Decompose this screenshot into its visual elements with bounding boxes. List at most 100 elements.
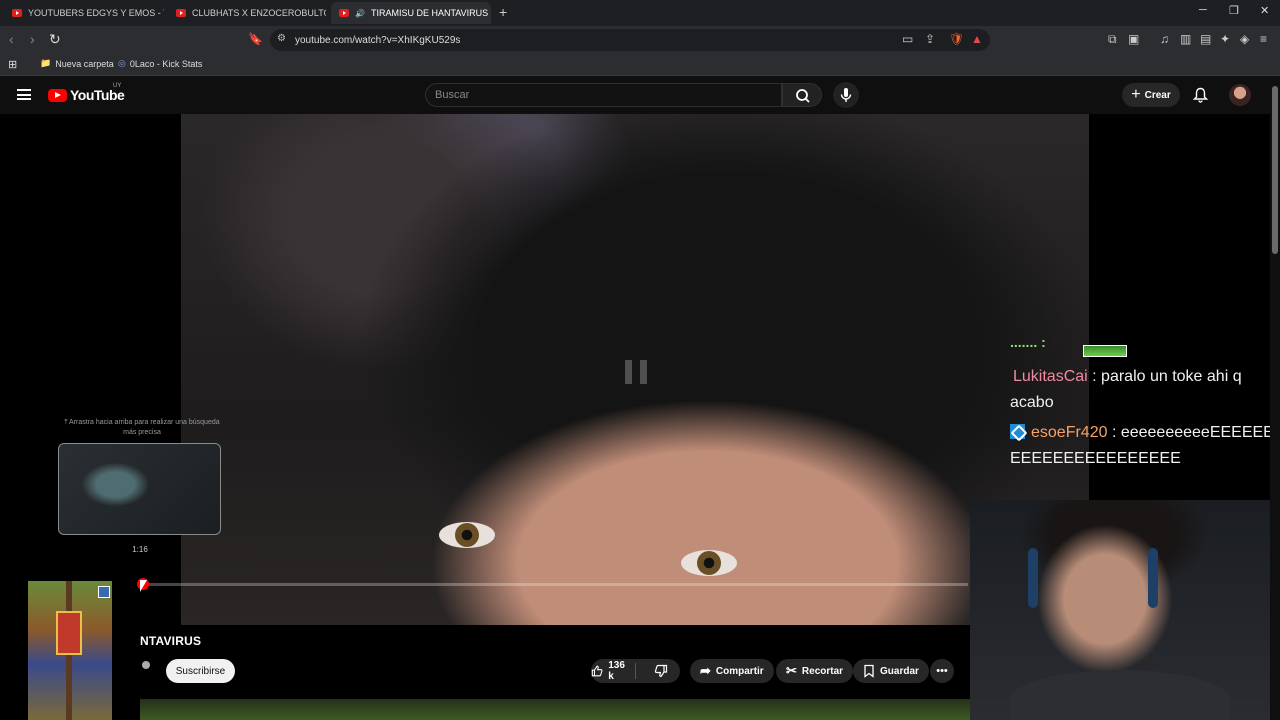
address-bar[interactable]: youtube.com/watch?v=XhIKgKU529s <box>270 29 990 51</box>
dislike-button[interactable] <box>641 659 680 683</box>
thumbs-up-icon <box>591 665 603 677</box>
notifications-bell-icon[interactable] <box>1193 87 1208 103</box>
bookmark-icon[interactable]: 🔖 <box>248 32 263 46</box>
leo-ai-icon[interactable]: ✦ <box>1220 32 1230 46</box>
extensions-icon[interactable]: ⧉ <box>1108 32 1117 47</box>
video-frame-eye-right <box>681 550 737 576</box>
chat-emote-icon <box>1083 345 1127 357</box>
headset-art <box>1028 548 1038 608</box>
like-count: 136 k <box>608 660 625 682</box>
headset-art <box>1148 548 1158 608</box>
media-icon[interactable]: ♫ <box>1160 32 1169 46</box>
back-icon[interactable]: ‹ <box>9 31 14 47</box>
miniplayer-thumbnail[interactable] <box>28 581 112 720</box>
folder-icon: 📁 <box>40 58 52 68</box>
wallet-icon[interactable]: ▣ <box>1128 32 1139 46</box>
video-frame-eye-left <box>439 522 495 548</box>
brave-shield-icon[interactable]: 🛡 <box>949 32 964 46</box>
tab-label: CLUBHATS X ENZOCEROBULTO | #Di <box>192 8 326 18</box>
sidebar-icon[interactable]: ▥ <box>1180 32 1191 46</box>
reload-icon[interactable]: ↻ <box>49 31 61 48</box>
hint-label: Arrastra hacia arriba para realizar una … <box>69 419 220 436</box>
bookmark-label: 0Laco - Kick Stats <box>129 58 203 69</box>
streamer-webcam <box>970 500 1270 720</box>
bookmark-kick-stats[interactable]: ◎ 0Laco - Kick Stats <box>118 58 202 69</box>
create-button[interactable]: + Crear <box>1122 83 1180 107</box>
minimize-icon[interactable]: ─ <box>1199 4 1207 16</box>
share-icon[interactable]: ⇪ <box>925 32 935 46</box>
brave-rewards-icon[interactable]: ▲ <box>971 32 983 46</box>
wallet2-icon[interactable]: ▤ <box>1200 32 1211 46</box>
share-label: Compartir <box>715 665 764 677</box>
chat-message: esoeFr420 : eeeeeeeeeeEEEEEEEEEEEEEEEEEE… <box>1010 420 1276 472</box>
screen: YOUTUBERS EDGYS Y EMOS - YouTub CLUBHATS… <box>0 0 1280 720</box>
tab-label: TIRAMISU DE HANTAVIRUS - <box>370 8 491 18</box>
bookmark-label: Nueva carpeta <box>55 58 114 69</box>
new-tab-icon[interactable]: + <box>499 4 507 20</box>
clip-label: Recortar <box>801 665 844 677</box>
chat-username: esoeFr420 <box>1031 424 1108 441</box>
create-label: Crear <box>1144 89 1171 101</box>
youtube-favicon-icon <box>12 9 22 17</box>
scrollbar-thumb[interactable] <box>1272 86 1278 254</box>
subscribe-button[interactable]: Suscribirse <box>166 659 235 683</box>
bookmark-folder[interactable]: 📁 Nueva carpeta <box>40 58 114 69</box>
thumbnail-badge-icon <box>98 586 110 598</box>
page-scrollbar[interactable] <box>1270 76 1280 720</box>
like-button[interactable]: 136 k <box>591 659 630 683</box>
share-button[interactable]: ➦ Compartir <box>690 659 774 683</box>
share-arrow-icon: ➦ <box>700 663 711 678</box>
save-button[interactable]: Guardar <box>853 659 929 683</box>
hamburger-menu-icon[interactable] <box>17 89 31 100</box>
youtube-logo[interactable]: YouTube UY <box>48 83 125 103</box>
search-placeholder: Buscar <box>435 89 470 101</box>
seek-preview-time: 1:16 <box>132 545 148 554</box>
browser-tab-2[interactable]: CLUBHATS X ENZOCEROBULTO | #Di <box>168 2 326 24</box>
close-window-icon[interactable]: ✕ <box>1260 4 1269 17</box>
youtube-favicon-icon <box>339 9 349 17</box>
seek-preview-thumbnail <box>58 443 221 535</box>
video-title: NTAVIRUS <box>140 634 202 648</box>
chat-previous-message-fragment: ....... : <box>1010 338 1046 350</box>
more-actions-icon[interactable]: ••• <box>930 659 954 683</box>
save-bookmark-icon <box>864 664 874 678</box>
save-label: Guardar <box>880 665 919 677</box>
search-input[interactable]: Buscar <box>425 83 782 107</box>
apps-grid-icon[interactable]: ⊞ <box>8 58 17 71</box>
search-button[interactable] <box>782 83 822 107</box>
iris <box>455 523 479 547</box>
url-text: youtube.com/watch?v=XhIKgKU529s <box>295 34 461 46</box>
chat-message: LukitasCai : paralo un toke ahi q acabo <box>1010 364 1276 416</box>
tab-label: YOUTUBERS EDGYS Y EMOS - YouTub <box>28 8 164 18</box>
forward-icon[interactable]: › <box>30 31 35 47</box>
account-avatar[interactable] <box>1229 84 1251 106</box>
site-info-icon[interactable]: ⚙ <box>277 33 286 44</box>
cast-icon[interactable]: ▭ <box>902 32 913 46</box>
voice-search-button[interactable] <box>833 82 859 108</box>
mouse-cursor-icon <box>140 580 147 592</box>
menu-icon[interactable]: ≡ <box>1260 32 1267 46</box>
kick-favicon-icon: ◎ <box>118 58 126 68</box>
youtube-play-icon <box>48 88 67 102</box>
youtube-wordmark: YouTube <box>70 87 125 103</box>
browser-toolbar: ‹ › ↻ 🔖 youtube.com/watch?v=XhIKgKU529s … <box>0 26 1280 54</box>
verified-icon <box>142 661 150 669</box>
vpn-icon[interactable]: ◈ <box>1240 32 1249 46</box>
thumbnail-art <box>56 611 82 655</box>
like-dislike-group: 136 k <box>591 659 680 683</box>
below-video-content <box>140 699 970 720</box>
youtube-favicon-icon <box>176 9 186 17</box>
chat-badge-icon <box>1010 424 1025 439</box>
microphone-icon <box>840 88 852 102</box>
browser-tab-3-active[interactable]: 🔊 TIRAMISU DE HANTAVIRUS - ✕ <box>331 2 491 24</box>
progress-bar[interactable] <box>140 583 968 586</box>
pause-icon[interactable] <box>625 360 647 384</box>
thumbs-down-icon <box>654 664 667 678</box>
restore-icon[interactable]: ❐ <box>1229 4 1239 17</box>
clip-button[interactable]: ✂ Recortar <box>776 659 854 683</box>
shirt-art <box>1010 670 1230 720</box>
browser-tab-bar: YOUTUBERS EDGYS Y EMOS - YouTub CLUBHATS… <box>0 0 1280 26</box>
browser-tab-1[interactable]: YOUTUBERS EDGYS Y EMOS - YouTub <box>4 2 164 24</box>
divider <box>635 663 636 679</box>
scissors-icon: ✂ <box>786 663 797 678</box>
